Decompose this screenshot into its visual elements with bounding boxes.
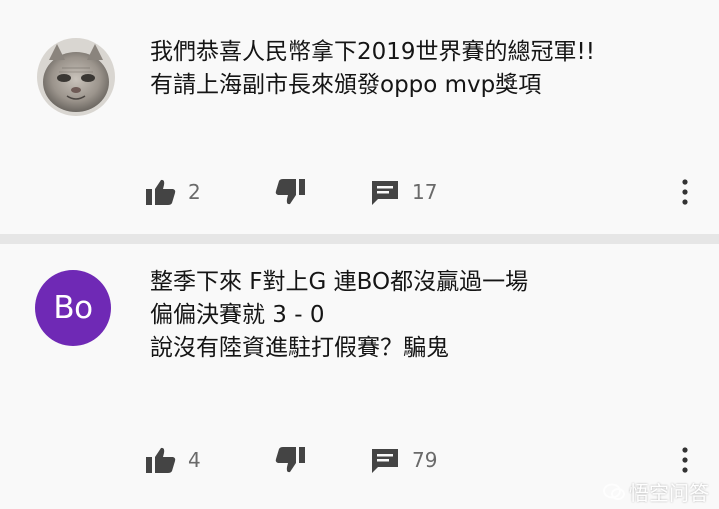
avatar-initials: Bo xyxy=(35,270,111,346)
more-options-button[interactable] xyxy=(672,440,698,480)
divider xyxy=(0,234,719,244)
more-vertical-icon xyxy=(682,447,688,473)
dislike-button[interactable] xyxy=(275,172,305,212)
comment-line: 有請上海副市長來頒發oppo mvp獎項 xyxy=(150,72,542,98)
dislike-button[interactable] xyxy=(275,440,305,480)
comment-text: 我們恭喜人民幣拿下2019世界賽的總冠軍!! 有請上海副市長來頒發oppo mv… xyxy=(150,36,595,102)
more-vertical-icon xyxy=(682,179,688,205)
comment-card-1: 我們恭喜人民幣拿下2019世界賽的總冠軍!! 有請上海副市長來頒發oppo mv… xyxy=(0,0,719,234)
comment-icon xyxy=(372,181,398,205)
thumbs-up-icon xyxy=(146,447,176,473)
like-count: 4 xyxy=(188,448,201,472)
reply-count: 79 xyxy=(412,448,438,472)
reply-button[interactable]: 79 xyxy=(370,440,437,480)
reply-button[interactable]: 17 xyxy=(370,172,437,212)
like-button[interactable]: 4 xyxy=(146,440,201,480)
comment-icon xyxy=(372,449,398,473)
cat-avatar-icon xyxy=(37,38,115,116)
user-avatar-cat[interactable] xyxy=(37,38,115,116)
comment-card-2: Bo 整季下來 F對上G 連BO都沒贏過一場 偏偏決賽就 3 - 0 說沒有陸資… xyxy=(0,244,719,509)
comment-actions: 4 79 xyxy=(0,440,719,480)
watermark-text: 悟空问答 xyxy=(629,481,709,505)
watermark: 悟空问答 xyxy=(603,477,709,506)
thumbs-down-icon xyxy=(275,179,305,205)
like-button[interactable]: 2 xyxy=(146,172,201,212)
comment-line: 我們恭喜人民幣拿下2019世界賽的總冠軍!! xyxy=(150,39,595,65)
thumbs-down-icon xyxy=(275,447,305,473)
chat-bubble-logo-icon xyxy=(603,483,625,500)
thumbs-up-icon xyxy=(146,179,176,205)
reply-count: 17 xyxy=(412,180,438,204)
comment-actions: 2 17 xyxy=(0,172,719,212)
user-avatar-bo[interactable]: Bo xyxy=(35,270,111,346)
like-count: 2 xyxy=(188,180,201,204)
more-options-button[interactable] xyxy=(672,172,698,212)
comment-text: 整季下來 F對上G 連BO都沒贏過一場 偏偏決賽就 3 - 0 說沒有陸資進駐打… xyxy=(150,266,528,365)
comment-line: 整季下來 F對上G 連BO都沒贏過一場 xyxy=(150,269,529,295)
comment-line: 偏偏決賽就 3 - 0 xyxy=(150,302,325,328)
comment-line: 說沒有陸資進駐打假賽？騙鬼 xyxy=(150,335,449,361)
